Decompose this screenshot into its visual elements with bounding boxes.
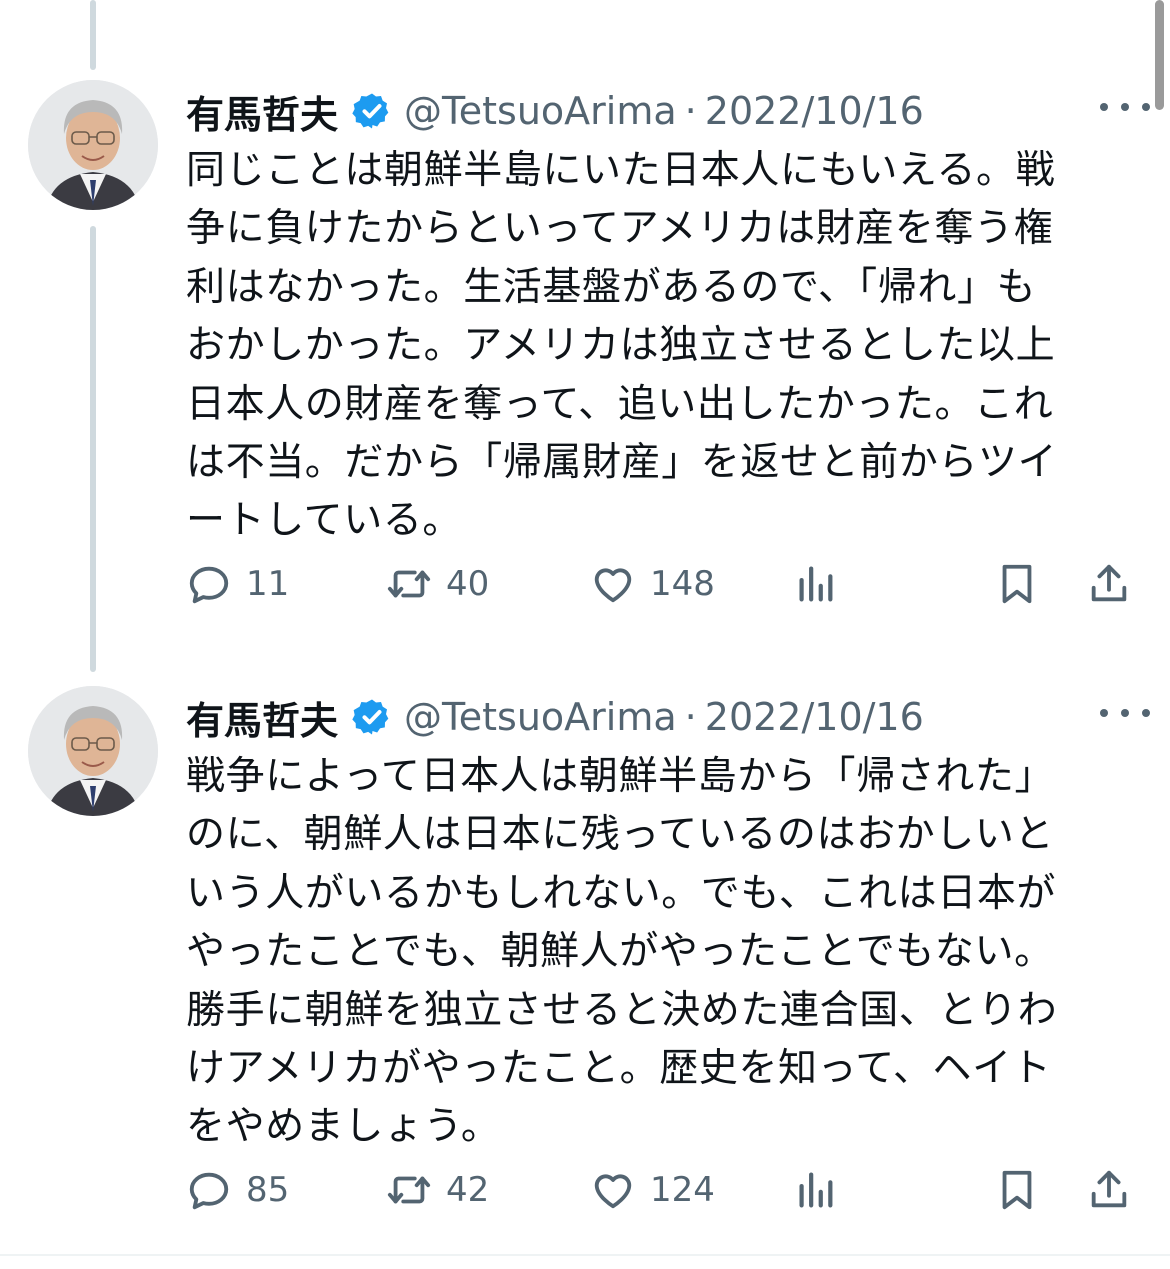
tweet[interactable]: 有馬哲夫 @TetsuoArima · 2022/10/16 戦争によって日本人…: [0, 686, 1170, 1246]
tweet-divider: [0, 1254, 1170, 1256]
author-handle[interactable]: @TetsuoArima: [404, 89, 677, 133]
author-name[interactable]: 有馬哲夫: [186, 84, 338, 139]
analytics-icon: [799, 1172, 833, 1208]
tweet[interactable]: 有馬哲夫 @TetsuoArima · 2022/10/16 同じことは朝鮮半島…: [0, 80, 1170, 640]
tweet-text: 同じことは朝鮮半島にいた日本人にもいえる。戦 争に負けたからといってアメリカは財…: [186, 148, 1058, 544]
reply-count: 11: [246, 564, 290, 604]
bookmark-button[interactable]: [994, 1160, 1040, 1220]
like-count: 124: [650, 1170, 715, 1210]
separator-dot: ·: [684, 695, 697, 739]
tweet-actions: 11 40 148: [186, 554, 1146, 614]
verified-badge-icon: [352, 93, 389, 129]
bookmark-icon: [1002, 564, 1032, 604]
reply-button[interactable]: 85: [186, 1160, 289, 1220]
reply-count: 85: [246, 1170, 290, 1210]
bookmark-icon: [1002, 1170, 1032, 1210]
share-button[interactable]: [1086, 554, 1132, 614]
retweet-button[interactable]: 40: [386, 554, 489, 614]
share-button[interactable]: [1086, 1160, 1132, 1220]
retweet-icon: [387, 570, 431, 598]
like-button[interactable]: 148: [590, 554, 715, 614]
tweet-header: 有馬哲夫 @TetsuoArima · 2022/10/16: [186, 690, 1150, 744]
avatar[interactable]: [28, 686, 158, 816]
thread-line-top: [90, 0, 96, 70]
like-button[interactable]: 124: [590, 1160, 715, 1220]
share-icon: [1091, 1170, 1127, 1208]
reply-button[interactable]: 11: [186, 554, 289, 614]
reply-icon: [189, 1172, 229, 1210]
author-name[interactable]: 有馬哲夫: [186, 690, 338, 745]
retweet-button[interactable]: 42: [386, 1160, 489, 1220]
tweet-header: 有馬哲夫 @TetsuoArima · 2022/10/16: [186, 84, 1150, 138]
reply-icon: [189, 566, 229, 604]
retweet-count: 40: [446, 564, 490, 604]
tweet-date[interactable]: 2022/10/16: [705, 89, 924, 133]
tweet-text: 戦争によって日本人は朝鮮半島から「帰された」 のに、朝鮮人は日本に残っているのは…: [186, 754, 1058, 1150]
avatar[interactable]: [28, 80, 158, 210]
heart-icon: [594, 568, 632, 603]
retweet-count: 42: [446, 1170, 490, 1210]
separator-dot: ·: [684, 89, 697, 133]
bookmark-button[interactable]: [994, 554, 1040, 614]
analytics-button[interactable]: [792, 554, 838, 614]
verified-badge-icon: [352, 699, 389, 735]
share-icon: [1091, 564, 1127, 602]
author-handle[interactable]: @TetsuoArima: [404, 695, 677, 739]
retweet-icon: [387, 1176, 431, 1204]
tweet-actions: 85 42 124: [186, 1160, 1146, 1220]
like-count: 148: [650, 564, 715, 604]
more-icon[interactable]: [1100, 698, 1150, 728]
analytics-button[interactable]: [792, 1160, 838, 1220]
more-icon[interactable]: [1100, 92, 1150, 122]
analytics-icon: [799, 566, 833, 602]
tweet-date[interactable]: 2022/10/16: [705, 695, 924, 739]
heart-icon: [594, 1174, 632, 1209]
